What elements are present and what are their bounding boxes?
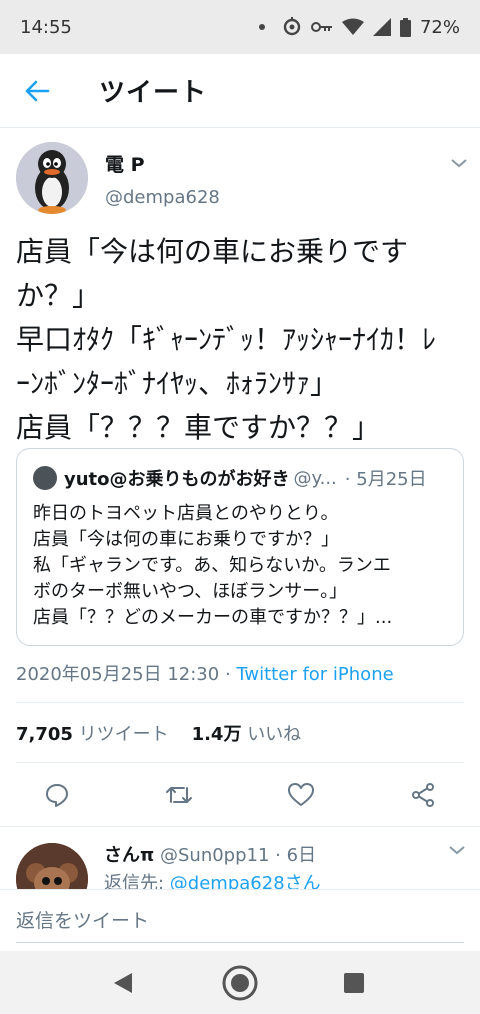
quoted-author-name: yuto@お乗りものがお好き bbox=[64, 469, 290, 490]
retweet-count-link[interactable]: 7,705 リツイート bbox=[16, 724, 169, 745]
quoted-tweet-date: · 5月25日 bbox=[344, 469, 427, 490]
battery-icon bbox=[399, 17, 411, 37]
tweet-line: 店員「？？？車ですか？？」 bbox=[16, 411, 381, 444]
like-heart-icon[interactable] bbox=[284, 778, 318, 812]
system-nav-bar bbox=[0, 951, 480, 1014]
share-icon[interactable] bbox=[406, 778, 440, 812]
vpn-key-icon bbox=[310, 22, 332, 32]
quoted-author-avatar bbox=[33, 466, 57, 490]
retweet-count: 7,705 bbox=[16, 724, 73, 745]
composer-underline bbox=[16, 942, 464, 943]
meta-separator: · bbox=[219, 664, 237, 685]
tweet-line: 店員「今は何の車にお乗りです bbox=[16, 235, 409, 268]
status-bar: 14:55 72% bbox=[0, 0, 480, 54]
quoted-tweet-card[interactable]: yuto@お乗りものがお好き @y... · 5月25日 昨日のトヨペット店員と… bbox=[16, 448, 464, 646]
retweet-label: リツイート bbox=[78, 724, 169, 745]
quoted-line: 店員「？？どのメーカーの車ですか？？」... bbox=[33, 607, 393, 628]
quoted-line: ボのターボ無いやつ、ほぼランサー。」 bbox=[33, 581, 348, 602]
tweet-actions bbox=[40, 778, 440, 812]
app-bar: ツイート bbox=[0, 54, 480, 128]
author-avatar[interactable] bbox=[16, 142, 88, 214]
reply-menu-chevron-icon[interactable] bbox=[448, 841, 466, 860]
tweet-line: か？」 bbox=[16, 279, 101, 312]
status-icons: 72% bbox=[258, 16, 460, 38]
tweet-header: 電 P @dempa628 bbox=[16, 142, 468, 218]
back-arrow-icon[interactable] bbox=[2, 54, 72, 128]
signal-icon bbox=[372, 18, 391, 36]
tweet-line: ｰﾝﾎﾞﾝﾀｰﾎﾞﾅｲﾔｯ、ﾎｫﾗﾝｻｧ」 bbox=[16, 367, 339, 400]
quoted-line: 私「ギャランです。あ、知らないか。ランエ bbox=[33, 555, 391, 576]
nav-home-icon[interactable] bbox=[221, 964, 259, 1006]
quoted-tweet-text: 昨日のトヨペット店員とのやりとり。 店員「今は何の車にお乗りですか？」 私「ギャ… bbox=[33, 501, 453, 631]
reply-date: · 6日 bbox=[275, 845, 317, 866]
tweet-stats: 7,705 リツイート 1.4万 いいね bbox=[16, 720, 301, 746]
reply-author-name: さんπ bbox=[104, 845, 155, 866]
reply-to: 返信先: @dempa628さん bbox=[104, 869, 321, 889]
reply-author: さんπ @Sun0pp11 · 6日 bbox=[104, 841, 316, 867]
author-handle[interactable]: @dempa628 bbox=[105, 187, 220, 208]
divider bbox=[16, 762, 464, 763]
reply-icon[interactable] bbox=[40, 778, 74, 812]
like-label: いいね bbox=[247, 724, 302, 745]
tweet-line: 早口ｵﾀｸ「ｷﾞｬｰﾝﾃﾞｯ！ｱｯｼｬｰﾅｲｶ！ﾚ bbox=[16, 323, 437, 356]
reply-tweet[interactable]: さんπ @Sun0pp11 · 6日 返信先: @dempa628さん bbox=[0, 827, 480, 889]
like-count: 1.4万 bbox=[191, 724, 242, 745]
retweet-icon[interactable] bbox=[162, 778, 196, 812]
tweet-meta: 2020年05月25日 12:30 · Twitter for iPhone bbox=[16, 660, 394, 686]
status-time: 14:55 bbox=[20, 16, 72, 38]
quoted-line: 昨日のトヨペット店員とのやりとり。 bbox=[33, 503, 339, 524]
wifi-icon bbox=[341, 18, 364, 35]
reply-author-avatar[interactable] bbox=[16, 843, 88, 889]
quoted-tweet-header: yuto@お乗りものがお好き @y... · 5月25日 bbox=[33, 465, 453, 491]
tweet-datetime: 2020年05月25日 12:30 bbox=[16, 664, 220, 685]
author-name[interactable]: 電 P bbox=[105, 150, 145, 177]
tweet-text: 店員「今は何の車にお乗りです か？」 早口ｵﾀｸ「ｷﾞｬｰﾝﾃﾞｯ！ｱｯｼｬｰﾅ… bbox=[16, 230, 466, 450]
reply-to-label: 返信先: bbox=[104, 873, 170, 889]
reply-input-placeholder[interactable]: 返信をツイート bbox=[16, 906, 149, 933]
reply-composer[interactable]: 返信をツイート bbox=[0, 889, 480, 951]
reply-author-handle: @Sun0pp11 bbox=[159, 845, 270, 866]
tweet-source-link[interactable]: Twitter for iPhone bbox=[236, 664, 393, 685]
quoted-line: 店員「今は何の車にお乗りですか？」 bbox=[33, 529, 339, 550]
data-saver-icon bbox=[283, 17, 301, 36]
quoted-author-handle: @y... bbox=[293, 467, 337, 489]
page-title: ツイート bbox=[99, 78, 208, 108]
notification-dot-icon bbox=[258, 24, 265, 30]
divider bbox=[16, 702, 464, 703]
nav-recents-icon[interactable] bbox=[344, 973, 364, 993]
like-count-link[interactable]: 1.4万 いいね bbox=[192, 724, 302, 745]
battery-percent: 72% bbox=[419, 16, 460, 38]
tweet-menu-chevron-icon[interactable] bbox=[450, 154, 468, 173]
nav-back-icon[interactable] bbox=[112, 971, 134, 999]
reply-to-handle[interactable]: @dempa628さん bbox=[170, 873, 321, 889]
